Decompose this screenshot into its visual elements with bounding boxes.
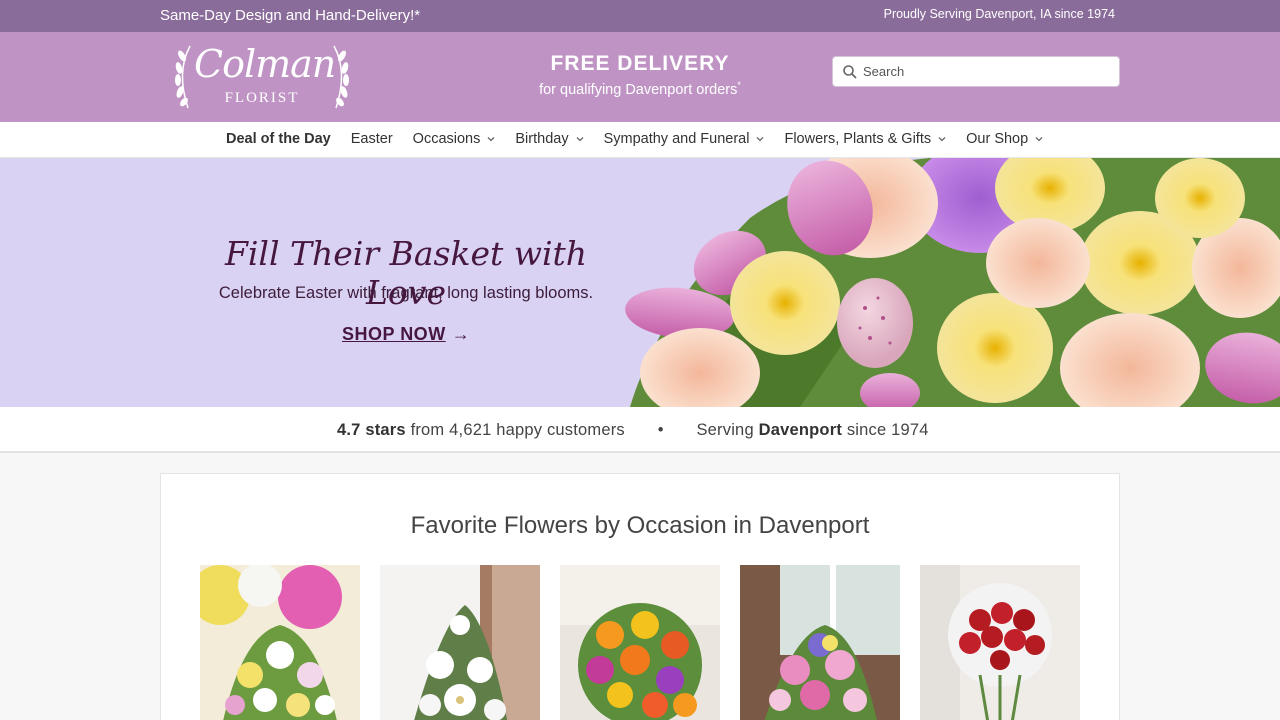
nav-item-our-shop[interactable]: Our Shop	[966, 131, 1043, 147]
chevron-down-icon	[576, 137, 584, 142]
nav-item-flowers-plants-gifts[interactable]: Flowers, Plants & Gifts	[784, 131, 946, 147]
search-icon[interactable]	[842, 64, 858, 80]
occasions-title: Favorite Flowers by Occasion in Davenpor…	[410, 512, 870, 539]
separator-dot: •	[657, 421, 664, 439]
logo-script: Colman	[194, 42, 336, 86]
hero-banner[interactable]: Fill Their Basket with Love Celebrate Ea…	[0, 158, 1280, 407]
chevron-down-icon	[938, 137, 946, 142]
shop-now-label: SHOP NOW	[342, 324, 446, 344]
nav-item-easter[interactable]: Easter	[351, 131, 393, 147]
serving-since: since 1974	[846, 421, 929, 439]
trust-strip: 4.7 stars from 4,621 happy customers • S…	[0, 407, 1280, 453]
promo-subline: for qualifying Davenport orders*	[490, 80, 790, 98]
nav-item-sympathy-and-funeral[interactable]: Sympathy and Funeral	[604, 131, 765, 147]
nav-item-birthday[interactable]: Birthday	[515, 131, 584, 147]
logo[interactable]: Colman FLORIST	[172, 40, 352, 114]
red-roses-image	[920, 565, 1080, 720]
arrow-right-icon: →	[451, 324, 471, 344]
search-input[interactable]	[863, 57, 1113, 86]
free-delivery-promo: FREE DELIVERY for qualifying Davenport o…	[490, 52, 790, 98]
search-box[interactable]	[832, 56, 1120, 87]
same-day-message: Same-Day Design and Hand-Delivery!*	[160, 7, 421, 24]
top-announcement-bar: Same-Day Design and Hand-Delivery!* Prou…	[0, 0, 1280, 32]
chevron-down-icon	[757, 137, 764, 142]
logo-subtitle: FLORIST	[224, 90, 300, 106]
lily-bouquet-image	[740, 565, 900, 720]
promo-headline: FREE DELIVERY	[550, 52, 730, 75]
hero-subline: Celebrate Easter with fragrant, long las…	[218, 284, 594, 302]
serving-city: Davenport	[758, 421, 843, 439]
nav-item-label: Birthday	[515, 131, 569, 147]
nav-item-label: Deal of the Day	[226, 131, 331, 147]
chevron-down-icon	[487, 137, 495, 142]
nav-item-occasions[interactable]: Occasions	[413, 131, 496, 147]
nav-item-label: Easter	[350, 131, 393, 147]
occasion-tile-love-romance[interactable]	[920, 565, 1080, 720]
nav-item-deal-of-the-day[interactable]: Deal of the Day	[226, 131, 331, 147]
serving-message: Proudly Serving Davenport, IA since 1974	[883, 7, 1115, 21]
shop-now-link[interactable]: SHOP NOW →	[342, 324, 470, 345]
occasion-tile-anniversary[interactable]	[740, 565, 900, 720]
laurel-right-icon	[333, 45, 349, 109]
main-nav: Deal of the Day Easter Occasions Birthday Sy…	[0, 122, 1280, 158]
promo-subline-text: for qualifying Davenport orders	[539, 81, 738, 98]
nav-item-label: Sympathy and Funeral	[603, 131, 750, 147]
nav-item-label: Flowers, Plants & Gifts	[784, 131, 932, 147]
rating-text: 4.7 stars	[337, 421, 406, 439]
nav-items: Deal of the Day Easter Occasions Birthday Sy…	[226, 131, 1063, 147]
sympathy-arrangement-image	[380, 565, 540, 720]
occasions-section: Favorite Flowers by Occasion in Davenpor…	[160, 473, 1120, 720]
occasion-tile-sympathy[interactable]	[380, 565, 540, 720]
reviews-text: from 4,621 happy customers	[410, 421, 625, 439]
trust-text: 4.7 stars from 4,621 happy customers • S…	[337, 421, 929, 440]
promo-asterisk: *	[737, 80, 741, 90]
occasion-tile-birthday[interactable]	[200, 565, 360, 720]
serving-prefix: Serving	[696, 421, 754, 439]
easter-bouquet-image	[625, 158, 1280, 407]
site-header: Colman FLORIST FREE DELIVERY for qualify…	[0, 32, 1280, 122]
nav-item-label: Occasions	[412, 131, 481, 147]
nav-item-label: Our Shop	[966, 131, 1029, 147]
birthday-bouquet-image	[200, 565, 360, 720]
chevron-down-icon	[1035, 137, 1043, 142]
occasion-tile-get-well[interactable]	[560, 565, 720, 720]
gerbera-bouquet-image	[560, 565, 720, 720]
laurel-left-icon	[175, 45, 191, 109]
